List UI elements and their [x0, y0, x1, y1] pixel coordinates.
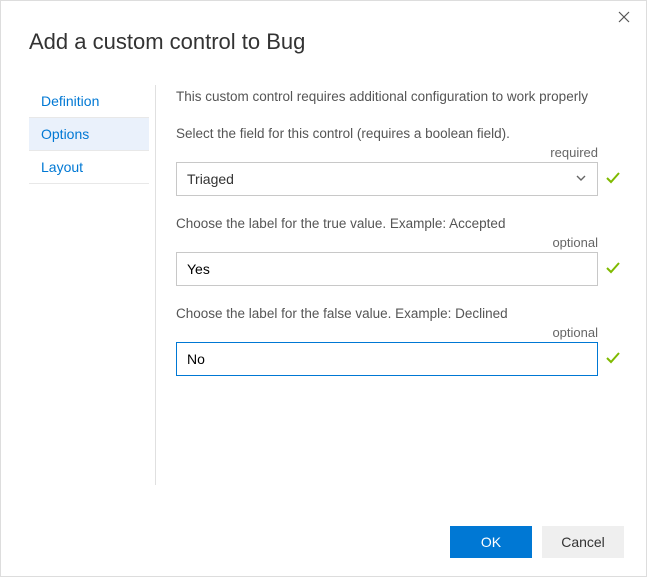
- true-label-caption: Choose the label for the true value. Exa…: [176, 216, 622, 231]
- tab-options[interactable]: Options: [29, 118, 149, 151]
- optional-tag: optional: [176, 325, 622, 340]
- true-label-input[interactable]: [176, 252, 598, 286]
- chevron-down-icon: [575, 171, 587, 187]
- main-panel: This custom control requires additional …: [164, 85, 628, 485]
- false-label-caption: Choose the label for the false value. Ex…: [176, 306, 622, 321]
- required-tag: required: [176, 145, 622, 160]
- sidebar: Definition Options Layout: [29, 85, 149, 485]
- dialog-footer: OK Cancel: [450, 526, 624, 558]
- tab-definition[interactable]: Definition: [29, 85, 149, 118]
- field-select-value: Triaged: [187, 171, 234, 187]
- ok-button[interactable]: OK: [450, 526, 532, 558]
- tab-layout[interactable]: Layout: [29, 151, 149, 184]
- field-select-label: Select the field for this control (requi…: [176, 126, 622, 141]
- check-icon: [604, 169, 622, 190]
- dialog-title: Add a custom control to Bug: [1, 1, 646, 55]
- vertical-divider: [155, 85, 156, 485]
- false-label-input[interactable]: [176, 342, 598, 376]
- check-icon: [604, 259, 622, 280]
- optional-tag: optional: [176, 235, 622, 250]
- field-select-dropdown[interactable]: Triaged: [176, 162, 598, 196]
- check-icon: [604, 349, 622, 370]
- cancel-button[interactable]: Cancel: [542, 526, 624, 558]
- intro-text: This custom control requires additional …: [176, 89, 622, 104]
- close-icon[interactable]: [614, 9, 634, 29]
